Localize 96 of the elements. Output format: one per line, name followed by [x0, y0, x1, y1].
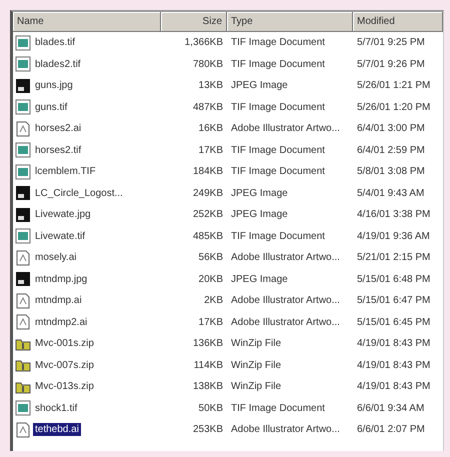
file-name[interactable]: Mvc-013s.zip	[33, 380, 96, 394]
file-type: Adobe Illustrator Artwo...	[230, 424, 341, 436]
file-name[interactable]: LC_Circle_Logost...	[33, 186, 125, 200]
modified-date: 5/8/01 3:08 PM	[356, 166, 426, 178]
file-size: 56KB	[198, 252, 224, 264]
photo-file-icon	[15, 185, 31, 202]
modified-date: 5/21/01 2:15 PM	[356, 252, 432, 264]
modified-date: 5/15/01 6:47 PM	[356, 295, 432, 306]
modified-date: 6/6/01 2:07 PM	[356, 424, 426, 436]
document-icon	[15, 314, 31, 330]
file-type: TIF Image Document	[230, 37, 326, 48]
file-name[interactable]: guns.tif	[33, 100, 70, 114]
file-type: WinZip File	[230, 381, 282, 392]
file-name[interactable]: lcemblem.TIF	[33, 165, 98, 178]
file-size: 138KB	[192, 381, 224, 392]
file-type: Adobe Illustrator Artwo...	[230, 316, 341, 328]
modified-date: 4/19/01 8:43 PM	[356, 381, 432, 392]
file-name[interactable]: Mvc-001s.zip	[33, 337, 96, 350]
modified-date: 6/4/01 3:00 PM	[356, 123, 426, 134]
image-file-icon	[15, 228, 31, 244]
file-type: Adobe Illustrator Artwo...	[230, 123, 341, 134]
file-size: 13KB	[198, 80, 224, 92]
file-type: JPEG Image	[230, 274, 289, 285]
file-name[interactable]: Mvc-007s.zip	[33, 358, 96, 372]
file-size: 16KB	[198, 123, 224, 134]
image-file-icon	[15, 56, 31, 72]
modified-date: 4/19/01 8:43 PM	[356, 338, 432, 350]
file-type: TIF Image Document	[230, 102, 326, 113]
file-type: JPEG Image	[230, 188, 289, 199]
photo-file-icon	[15, 271, 31, 288]
photo-file-icon	[15, 206, 31, 223]
file-size: 249KB	[192, 188, 224, 199]
file-type: Adobe Illustrator Artwo...	[230, 295, 341, 306]
modified-date: 4/19/01 9:36 AM	[356, 230, 431, 242]
modified-date: 4/16/01 3:38 PM	[356, 209, 432, 220]
file-size: 184KB	[192, 166, 224, 178]
file-size: 20KB	[198, 274, 224, 285]
file-size: 17KB	[198, 316, 224, 328]
file-size: 1,366KB	[184, 37, 224, 48]
file-name[interactable]: tethebd.ai	[33, 423, 81, 436]
column-header[interactable]: Type	[227, 12, 353, 32]
file-size: 114KB	[192, 360, 224, 371]
modified-date: 5/7/01 9:26 PM	[356, 58, 426, 70]
file-name[interactable]: horses2.ai	[33, 122, 84, 136]
file-name[interactable]: mtndmp.jpg	[33, 272, 90, 286]
file-type: Adobe Illustrator Artwo...	[230, 252, 341, 264]
document-icon	[15, 292, 31, 309]
file-type: JPEG Image	[230, 80, 289, 92]
column-header[interactable]: Modified	[353, 12, 443, 32]
document-icon	[15, 120, 31, 137]
file-name[interactable]: Livewate.jpg	[33, 208, 93, 222]
modified-date: 5/4/01 9:43 AM	[356, 188, 426, 199]
file-type: WinZip File	[230, 338, 282, 350]
image-file-icon	[15, 34, 31, 51]
file-size: 487KB	[192, 102, 224, 113]
image-file-icon	[15, 164, 31, 180]
image-file-icon	[15, 142, 31, 158]
file-size: 136KB	[192, 338, 224, 350]
modified-date: 6/4/01 2:59 PM	[356, 144, 426, 156]
document-icon	[15, 250, 31, 266]
modified-date: 5/15/01 6:45 PM	[356, 316, 432, 328]
photo-file-icon	[15, 78, 31, 94]
file-size: 50KB	[198, 402, 224, 414]
file-type: TIF Image Document	[230, 402, 326, 414]
file-name[interactable]: Livewate.tif	[33, 230, 88, 243]
file-name[interactable]: guns.jpg	[33, 79, 75, 92]
image-file-icon	[15, 400, 31, 416]
file-type: TIF Image Document	[230, 166, 326, 178]
file-size: 485KB	[192, 230, 224, 242]
column-header[interactable]: Name	[13, 12, 161, 32]
file-type: TIF Image Document	[230, 144, 326, 156]
file-size: 17KB	[198, 144, 224, 156]
file-type: JPEG Image	[230, 209, 289, 220]
file-size: 253KB	[192, 424, 224, 436]
file-name[interactable]: blades2.tif	[33, 58, 83, 71]
file-type: TIF Image Document	[230, 58, 326, 70]
file-size: 780KB	[192, 58, 224, 70]
image-file-icon	[15, 99, 31, 116]
modified-date: 5/26/01 1:21 PM	[356, 80, 432, 92]
modified-date: 5/7/01 9:25 PM	[356, 37, 426, 48]
file-name[interactable]: horses2.tif	[33, 144, 84, 157]
file-name[interactable]: blades.tif	[33, 36, 78, 50]
modified-date: 5/15/01 6:48 PM	[356, 274, 432, 285]
modified-date: 4/19/01 8:43 PM	[356, 360, 432, 371]
file-name[interactable]: mtndmp2.ai	[33, 316, 90, 329]
file-type: TIF Image Document	[230, 230, 326, 242]
document-icon	[15, 422, 31, 438]
file-size: 252KB	[192, 209, 224, 220]
file-name[interactable]: mosely.ai	[33, 251, 78, 264]
column-header[interactable]: Size	[161, 12, 227, 32]
file-name[interactable]: shock1.tif	[33, 402, 80, 415]
file-size: 2KB	[203, 295, 224, 306]
modified-date: 6/6/01 9:34 AM	[356, 402, 426, 414]
modified-date: 5/26/01 1:20 PM	[356, 102, 432, 113]
file-name[interactable]: mtndmp.ai	[33, 294, 84, 308]
file-type: WinZip File	[230, 360, 282, 371]
